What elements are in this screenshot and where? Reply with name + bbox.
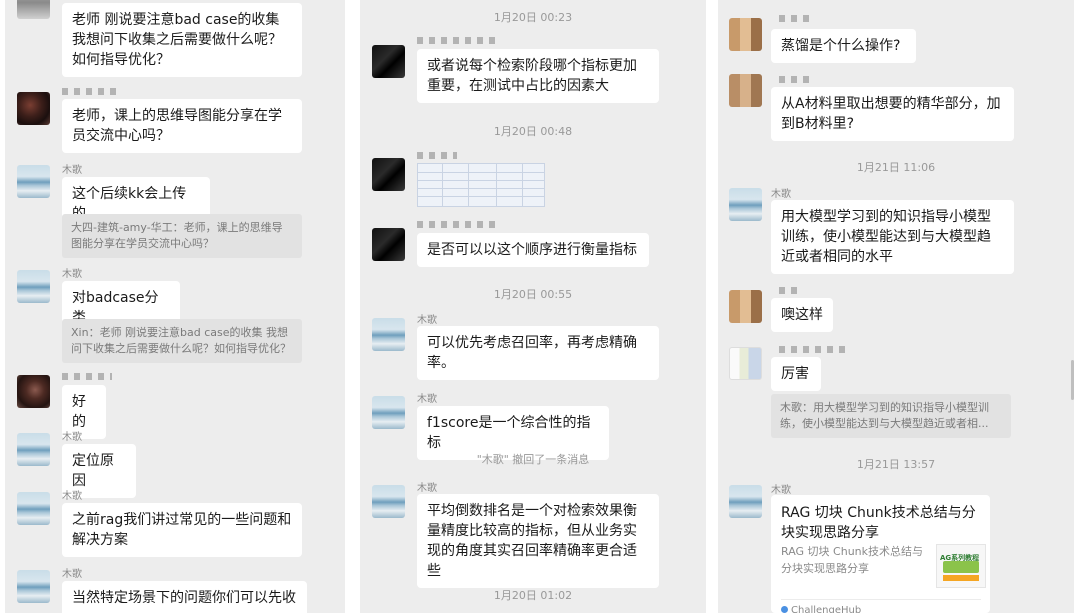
avatar[interactable] xyxy=(17,92,50,125)
sender-name-blurred xyxy=(417,37,495,44)
source-icon xyxy=(781,606,788,613)
sender-name: 木歌 xyxy=(417,315,437,326)
thumbnail-bar xyxy=(943,575,979,581)
avatar[interactable] xyxy=(372,485,405,518)
sender-name: 木歌 xyxy=(62,432,82,443)
message-bubble[interactable]: 老师 刚说要注意bad case的收集 我想问下收集之后需要做什么呢？如何指导优… xyxy=(62,3,302,77)
avatar[interactable] xyxy=(729,18,762,51)
chat-panel-middle[interactable]: 1月20日 00:23 或者说每个检索阶段哪个指标更加重要，在测试中占比的因素大… xyxy=(360,0,706,613)
sender-name-blurred xyxy=(417,221,495,228)
message-bubble[interactable]: 或者说每个检索阶段哪个指标更加重要，在测试中占比的因素大 xyxy=(417,49,659,103)
link-card[interactable]: RAG 切块 Chunk技术总结与分块实现思路分享 RAG 切块 Chunk技术… xyxy=(771,495,990,613)
avatar[interactable] xyxy=(17,570,50,603)
avatar[interactable] xyxy=(372,45,405,78)
sender-name-blurred xyxy=(779,76,809,83)
quoted-message[interactable]: 大四-建筑-amy-华工：老师，课上的思维导图能分享在学员交流中心吗？ xyxy=(62,214,302,258)
timestamp: 1月20日 01:02 xyxy=(493,589,573,602)
table-image[interactable] xyxy=(417,163,545,207)
message-bubble[interactable]: 之前rag我们讲过常见的一些问题和解决方案 xyxy=(62,503,302,557)
sender-name: 木歌 xyxy=(62,569,82,580)
sender-name-blurred xyxy=(779,287,803,294)
link-card-title: RAG 切块 Chunk技术总结与分块实现思路分享 xyxy=(781,505,976,541)
avatar[interactable] xyxy=(17,270,50,303)
timestamp: 1月20日 00:55 xyxy=(493,288,573,301)
sender-name: 木歌 xyxy=(771,189,791,200)
link-card-source-name: ChallengeHub xyxy=(791,605,862,613)
sender-name: 木歌 xyxy=(771,485,791,496)
screenshot: 老师 刚说要注意bad case的收集 我想问下收集之后需要做什么呢？如何指导优… xyxy=(0,0,1080,613)
chat-panel-right[interactable]: 蒸馏是个什么操作? 从A材料里取出想要的精华部分，加到B材料里? 1月21日 1… xyxy=(718,0,1074,613)
message-bubble[interactable]: 老师，课上的思维导图能分享在学员交流中心吗？ xyxy=(62,99,302,153)
sender-name: 木歌 xyxy=(62,269,82,280)
sender-name-blurred xyxy=(417,152,457,159)
quoted-message[interactable]: 木歌：用大模型学习到的知识指导小模型训练，使小模型能达到与大模型趋近或者相... xyxy=(771,394,1011,438)
chat-panel-left[interactable]: 老师 刚说要注意bad case的收集 我想问下收集之后需要做什么呢？如何指导优… xyxy=(5,0,345,613)
avatar[interactable] xyxy=(372,318,405,351)
avatar[interactable] xyxy=(17,492,50,525)
scrollbar[interactable] xyxy=(1071,360,1074,400)
sender-name-blurred xyxy=(779,15,815,22)
sender-name: 木歌 xyxy=(417,394,437,405)
message-bubble[interactable]: 平均倒数排名是一个对检索效果衡量精度比较高的指标，但从业务实现的角度其实召回率精… xyxy=(417,494,659,588)
sender-name-blurred xyxy=(779,346,849,353)
avatar[interactable] xyxy=(372,228,405,261)
link-card-description: RAG 切块 Chunk技术总结与分块实现思路分享 xyxy=(781,545,924,575)
sender-name: 木歌 xyxy=(62,165,82,176)
sender-name-blurred xyxy=(62,88,122,95)
timestamp: 1月21日 11:06 xyxy=(856,161,936,174)
recall-notice: "木歌" 撤回了一条消息 xyxy=(476,453,590,466)
avatar[interactable] xyxy=(729,485,762,518)
avatar[interactable] xyxy=(17,165,50,198)
avatar[interactable] xyxy=(372,396,405,429)
avatar[interactable] xyxy=(729,74,762,107)
avatar[interactable] xyxy=(729,290,762,323)
avatar[interactable] xyxy=(17,375,50,408)
timestamp: 1月20日 00:48 xyxy=(493,125,573,138)
message-bubble[interactable]: 当然特定场景下的问题你们可以先收 xyxy=(62,581,307,613)
message-bubble[interactable]: 从A材料里取出想要的精华部分，加到B材料里? xyxy=(771,87,1014,141)
link-card-thumbnail: AG系列教程 xyxy=(936,544,986,588)
sender-name: 木歌 xyxy=(62,491,82,502)
message-bubble[interactable]: 噢这样 xyxy=(771,298,833,332)
message-bubble[interactable]: 用大模型学习到的知识指导小模型训练，使小模型能达到与大模型趋近或者相同的水平 xyxy=(771,200,1014,274)
thumbnail-graphic xyxy=(943,561,979,573)
message-bubble[interactable]: 蒸馏是个什么操作? xyxy=(771,29,916,63)
message-bubble[interactable]: 厉害 xyxy=(771,357,821,391)
sender-name-blurred xyxy=(62,373,112,380)
sender-name: 木歌 xyxy=(417,483,437,494)
avatar[interactable] xyxy=(729,347,762,380)
timestamp: 1月20日 00:23 xyxy=(493,11,573,24)
quoted-message[interactable]: Xin：老师 刚说要注意bad case的收集 我想问下收集之后需要做什么呢？如… xyxy=(62,319,302,363)
message-bubble[interactable]: 可以优先考虑召回率，再考虑精确率。 xyxy=(417,326,659,380)
avatar[interactable] xyxy=(372,158,405,191)
message-bubble[interactable]: 是否可以以这个顺序进行衡量指标 xyxy=(417,233,649,267)
avatar[interactable] xyxy=(729,188,762,221)
avatar[interactable] xyxy=(17,0,50,19)
avatar[interactable] xyxy=(17,433,50,466)
card-divider xyxy=(781,599,981,600)
link-card-source: ChallengeHub xyxy=(781,601,861,613)
timestamp: 1月21日 13:57 xyxy=(856,458,936,471)
